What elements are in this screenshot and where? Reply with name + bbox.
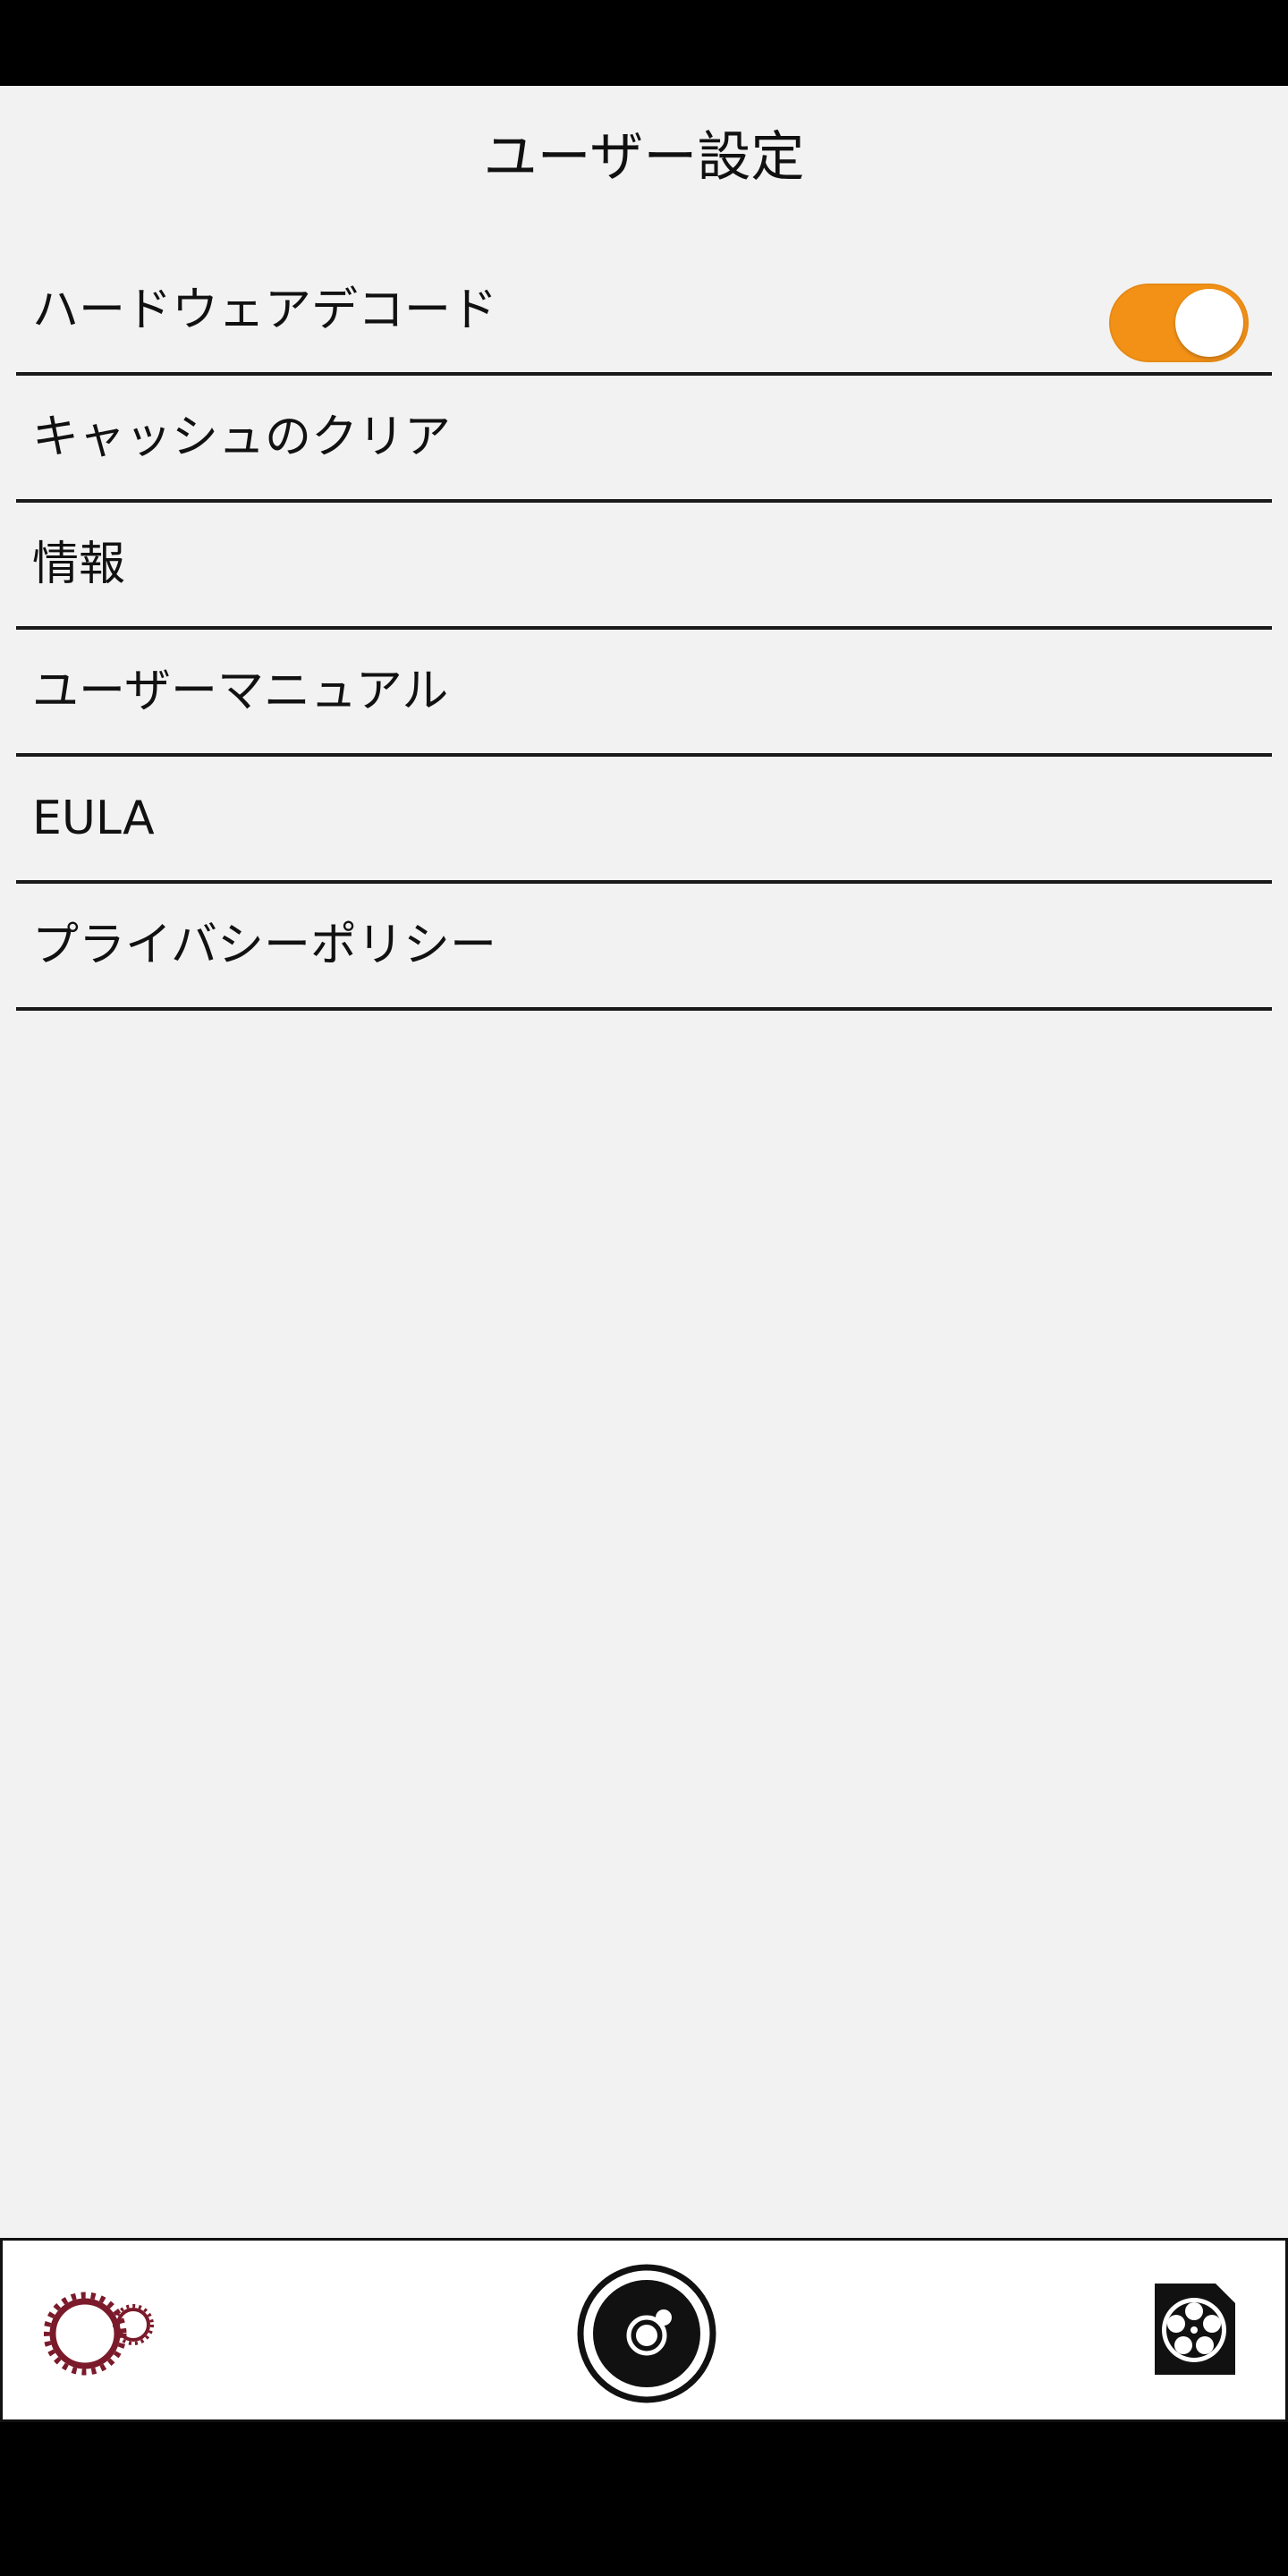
- settings-item-hardware-decode[interactable]: ハードウェアデコード: [16, 249, 1272, 376]
- settings-page: ユーザー設定 ハードウェアデコード キャッシュのクリア 情報 ユーザーマニュアル…: [0, 86, 1288, 2238]
- settings-item-label: ハードウェアデコード: [32, 284, 498, 337]
- camera-shutter-icon: [577, 2264, 716, 2403]
- settings-item-info[interactable]: 情報: [16, 503, 1272, 630]
- status-bar: [0, 0, 1288, 86]
- tab-settings[interactable]: [44, 2284, 160, 2380]
- tab-media[interactable]: [1153, 2282, 1237, 2377]
- tab-capture[interactable]: [575, 2262, 718, 2405]
- bottom-tab-bar: [0, 2238, 1288, 2422]
- page-title: ユーザー設定: [483, 126, 805, 189]
- settings-item-eula[interactable]: EULA: [16, 757, 1272, 884]
- settings-item-label: キャッシュのクリア: [32, 411, 452, 464]
- settings-item-label: プライバシーポリシー: [32, 919, 496, 972]
- settings-item-clear-cache[interactable]: キャッシュのクリア: [16, 376, 1272, 503]
- gears-icon: [44, 2292, 154, 2376]
- settings-item-label: ユーザーマニュアル: [32, 665, 449, 718]
- film-reel-icon: [1155, 2284, 1235, 2375]
- system-navigation-bar: [0, 2422, 1288, 2576]
- settings-list: ハードウェアデコード キャッシュのクリア 情報 ユーザーマニュアル EULA プ…: [16, 249, 1272, 1011]
- hardware-decode-toggle[interactable]: [1109, 284, 1249, 362]
- settings-item-privacy-policy[interactable]: プライバシーポリシー: [16, 884, 1272, 1011]
- settings-item-user-manual[interactable]: ユーザーマニュアル: [16, 630, 1272, 757]
- settings-item-label: EULA: [32, 792, 155, 845]
- toggle-knob: [1175, 289, 1243, 357]
- app-screen: ユーザー設定 ハードウェアデコード キャッシュのクリア 情報 ユーザーマニュアル…: [0, 0, 1288, 2576]
- settings-item-label: 情報: [32, 538, 126, 591]
